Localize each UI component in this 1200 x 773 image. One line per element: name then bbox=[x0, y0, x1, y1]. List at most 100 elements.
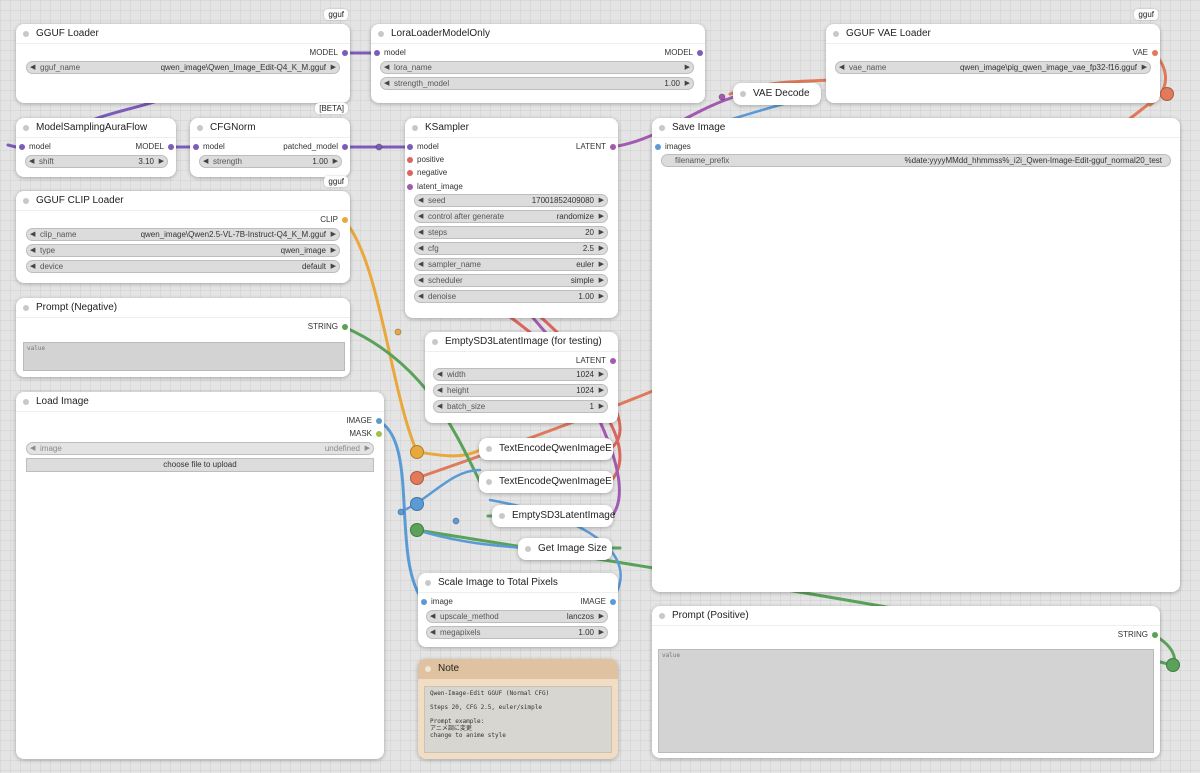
negative-prompt-textarea[interactable]: value bbox=[23, 342, 345, 371]
positive-prompt-textarea[interactable]: value bbox=[658, 649, 1154, 753]
node-vae-decode[interactable]: VAE Decode bbox=[733, 83, 821, 105]
arrow-left-icon[interactable]: ◀ bbox=[418, 211, 423, 222]
collapse-dot-icon[interactable] bbox=[23, 305, 29, 311]
arrow-right-icon[interactable]: ▶ bbox=[599, 195, 604, 206]
number-strength[interactable]: ◀ strength 1.00 ▶ bbox=[199, 155, 342, 168]
arrow-right-icon[interactable]: ▶ bbox=[331, 62, 336, 73]
node-title[interactable]: GGUF Loader bbox=[16, 24, 350, 44]
arrow-left-icon[interactable]: ◀ bbox=[437, 369, 442, 380]
combo-scheduler[interactable]: ◀ scheduler simple ▶ bbox=[414, 274, 608, 287]
output-socket[interactable] bbox=[697, 50, 703, 56]
arrow-left-icon[interactable]: ◀ bbox=[384, 78, 389, 89]
collapse-dot-icon[interactable] bbox=[23, 31, 29, 37]
output-socket[interactable] bbox=[610, 358, 616, 364]
collapse-dot-icon[interactable] bbox=[833, 31, 839, 37]
number-width[interactable]: ◀ width 1024 ▶ bbox=[433, 368, 608, 381]
node-lora-loader[interactable]: LoraLoaderModelOnly model MODEL ◀ lora_na… bbox=[371, 24, 705, 103]
arrow-left-icon[interactable]: ◀ bbox=[430, 611, 435, 622]
combo-sampler-name[interactable]: ◀ sampler_name euler ▶ bbox=[414, 258, 608, 271]
arrow-left-icon[interactable]: ◀ bbox=[430, 627, 435, 638]
collapse-dot-icon[interactable] bbox=[23, 399, 29, 405]
output-socket[interactable] bbox=[342, 50, 348, 56]
input-images[interactable]: images bbox=[655, 142, 691, 152]
node-title[interactable]: EmptySD3LatentImage bbox=[492, 505, 615, 527]
arrow-right-icon[interactable]: ▶ bbox=[685, 78, 690, 89]
output-socket[interactable] bbox=[610, 144, 616, 150]
arrow-right-icon[interactable]: ▶ bbox=[599, 211, 604, 222]
number-cfg[interactable]: ◀ cfg 2.5 ▶ bbox=[414, 242, 608, 255]
arrow-right-icon[interactable]: ▶ bbox=[365, 443, 370, 454]
output-model[interactable]: MODEL bbox=[136, 142, 174, 152]
arrow-left-icon[interactable]: ◀ bbox=[30, 62, 35, 73]
arrow-left-icon[interactable]: ◀ bbox=[30, 245, 35, 256]
output-image[interactable]: IMAGE bbox=[580, 597, 616, 607]
collapse-dot-icon[interactable] bbox=[425, 580, 431, 586]
number-seed[interactable]: ◀ seed 17001852409080 ▶ bbox=[414, 194, 608, 207]
output-model[interactable]: MODEL bbox=[310, 48, 348, 58]
arrow-right-icon[interactable]: ▶ bbox=[159, 156, 164, 167]
number-steps[interactable]: ◀ steps 20 ▶ bbox=[414, 226, 608, 239]
input-model[interactable]: model bbox=[407, 142, 439, 152]
arrow-right-icon[interactable]: ▶ bbox=[599, 611, 604, 622]
input-positive[interactable]: positive bbox=[407, 155, 444, 165]
arrow-left-icon[interactable]: ◀ bbox=[418, 227, 423, 238]
arrow-left-icon[interactable]: ◀ bbox=[418, 291, 423, 302]
collapse-dot-icon[interactable] bbox=[412, 125, 418, 131]
reroute-clip[interactable] bbox=[410, 445, 424, 459]
collapse-dot-icon[interactable] bbox=[740, 91, 746, 97]
node-title[interactable]: Prompt (Positive) bbox=[652, 606, 1160, 626]
node-scale-image-total-pixels[interactable]: Scale Image to Total Pixels image IMAGE … bbox=[418, 573, 618, 647]
node-title[interactable]: LoraLoaderModelOnly bbox=[371, 24, 705, 44]
combo-gguf-name[interactable]: ◀ gguf_name qwen_image\Qwen_Image_Edit-Q4_… bbox=[26, 61, 340, 74]
node-empty-sd3-latent-testing[interactable]: EmptySD3LatentImage (for testing) LATENT… bbox=[425, 332, 618, 423]
node-prompt-negative[interactable]: Prompt (Negative) STRING value bbox=[16, 298, 350, 377]
arrow-left-icon[interactable]: ◀ bbox=[418, 275, 423, 286]
input-image[interactable]: image bbox=[421, 597, 453, 607]
output-string[interactable]: STRING bbox=[1118, 630, 1158, 640]
combo-vae-name[interactable]: ◀ vae_name qwen_image\pig_qwen_image_vae_f… bbox=[835, 61, 1151, 74]
input-socket[interactable] bbox=[407, 144, 413, 150]
arrow-left-icon[interactable]: ◀ bbox=[384, 62, 389, 73]
arrow-right-icon[interactable]: ▶ bbox=[599, 401, 604, 412]
input-latent-image[interactable]: latent_image bbox=[407, 182, 463, 192]
output-socket[interactable] bbox=[168, 144, 174, 150]
output-socket[interactable] bbox=[342, 324, 348, 330]
arrow-left-icon[interactable]: ◀ bbox=[839, 62, 844, 73]
collapse-dot-icon[interactable] bbox=[23, 125, 29, 131]
arrow-left-icon[interactable]: ◀ bbox=[30, 261, 35, 272]
arrow-left-icon[interactable]: ◀ bbox=[437, 385, 442, 396]
node-title[interactable]: Load Image bbox=[16, 392, 384, 412]
collapse-dot-icon[interactable] bbox=[659, 125, 665, 131]
collapse-dot-icon[interactable] bbox=[525, 546, 531, 552]
node-gguf-loader[interactable]: gguf GGUF Loader MODEL ◀ gguf_name qwen_im… bbox=[16, 9, 350, 103]
node-title[interactable]: CFGNorm bbox=[190, 118, 350, 138]
input-model[interactable]: model bbox=[193, 142, 225, 152]
collapse-dot-icon[interactable] bbox=[425, 666, 431, 672]
number-height[interactable]: ◀ height 1024 ▶ bbox=[433, 384, 608, 397]
output-socket[interactable] bbox=[610, 599, 616, 605]
node-note[interactable]: Note Qwen-Image-Edit GGUF (Normal CFG) S… bbox=[418, 659, 618, 759]
arrow-right-icon[interactable]: ▶ bbox=[599, 369, 604, 380]
node-title[interactable]: Get Image Size bbox=[518, 538, 612, 560]
output-latent[interactable]: LATENT bbox=[576, 356, 616, 366]
arrow-right-icon[interactable]: ▶ bbox=[599, 275, 604, 286]
combo-image[interactable]: ◀ image undefined ▶ bbox=[26, 442, 374, 455]
node-title[interactable]: KSampler bbox=[405, 118, 618, 138]
node-title[interactable]: Prompt (Negative) bbox=[16, 298, 350, 318]
reroute-vae-right[interactable] bbox=[1160, 87, 1174, 101]
arrow-right-icon[interactable]: ▶ bbox=[599, 227, 604, 238]
output-socket[interactable] bbox=[342, 144, 348, 150]
output-latent[interactable]: LATENT bbox=[576, 142, 616, 152]
node-title[interactable]: ModelSamplingAuraFlow bbox=[16, 118, 176, 138]
output-string[interactable]: STRING bbox=[308, 322, 348, 332]
output-model[interactable]: MODEL bbox=[665, 48, 703, 58]
reroute-string-right[interactable] bbox=[1166, 658, 1180, 672]
node-title[interactable]: GGUF VAE Loader bbox=[826, 24, 1160, 44]
number-denoise[interactable]: ◀ denoise 1.00 ▶ bbox=[414, 290, 608, 303]
input-negative[interactable]: negative bbox=[407, 168, 447, 178]
collapse-dot-icon[interactable] bbox=[486, 479, 492, 485]
node-model-sampling-auraflow[interactable]: ModelSamplingAuraFlow model MODEL ◀ shift… bbox=[16, 118, 176, 177]
arrow-left-icon[interactable]: ◀ bbox=[29, 156, 34, 167]
arrow-right-icon[interactable]: ▶ bbox=[599, 385, 604, 396]
arrow-right-icon[interactable]: ▶ bbox=[599, 259, 604, 270]
